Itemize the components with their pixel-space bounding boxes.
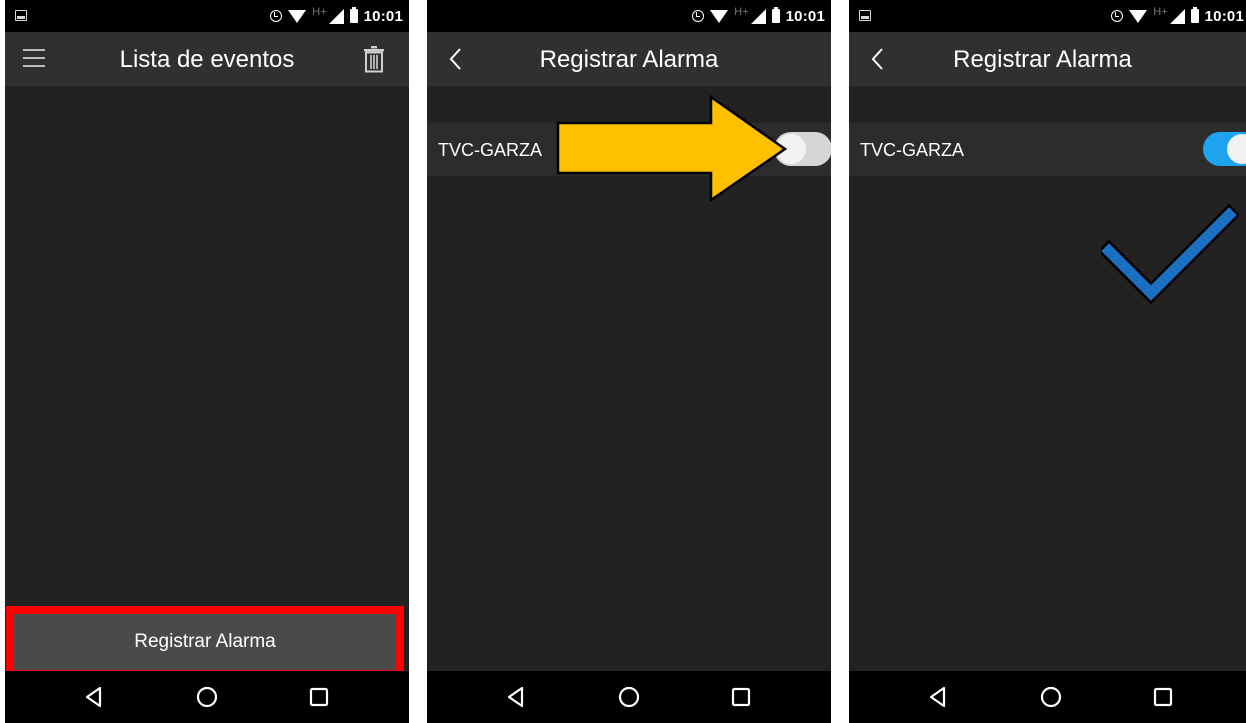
battery-icon	[349, 7, 358, 23]
navigation-bar	[427, 671, 831, 723]
clock-time: 10:01	[785, 7, 825, 25]
event-list	[5, 86, 409, 671]
page-title: Registrar Alarma	[953, 46, 1132, 73]
cell-signal-icon	[750, 8, 766, 24]
device-row: TVC-GARZA	[427, 123, 831, 176]
phone-screen-register-on: H+ 10:01 Registrar Alarma TVC-GARZA	[849, 0, 1246, 723]
device-row: TVC-GARZA	[849, 123, 1246, 176]
navigation-bar	[849, 671, 1246, 723]
square-recents-icon[interactable]	[307, 685, 331, 709]
cell-signal-icon	[328, 8, 344, 24]
switch-knob	[1227, 134, 1246, 164]
clock-time: 10:01	[1204, 7, 1244, 25]
phone-screen-register-off: H+ 10:01 Registrar Alarma TVC-GARZA	[427, 0, 831, 723]
phone-screen-event-list: H+ 10:01 Lista de eventos Registrar Alar…	[5, 0, 409, 723]
circle-home-icon[interactable]	[195, 685, 219, 709]
cell-signal-icon	[1169, 8, 1185, 24]
navigation-bar	[5, 671, 409, 723]
app-bar: Lista de eventos	[5, 32, 409, 86]
battery-icon	[771, 7, 780, 23]
square-recents-icon[interactable]	[729, 685, 753, 709]
wifi-icon	[288, 9, 307, 23]
triangle-back-icon[interactable]	[927, 685, 951, 709]
app-bar: Registrar Alarma	[427, 32, 831, 86]
square-recents-icon[interactable]	[1151, 685, 1175, 709]
highlight-box: Registrar Alarma	[6, 606, 404, 678]
page-title: Registrar Alarma	[539, 46, 719, 73]
clock-time: 10:01	[363, 7, 403, 25]
circle-home-icon[interactable]	[1039, 685, 1063, 709]
triangle-back-icon[interactable]	[83, 685, 107, 709]
wifi-icon	[710, 9, 729, 23]
status-bar: H+ 10:01	[427, 0, 831, 32]
status-bar: H+ 10:01	[5, 0, 409, 32]
network-type-label: H+	[734, 6, 749, 18]
page-title: Lista de eventos	[119, 46, 295, 73]
alarm-clock-icon	[692, 10, 705, 22]
trash-icon[interactable]	[363, 45, 385, 73]
alarm-toggle-switch[interactable]	[1203, 132, 1246, 166]
device-name: TVC-GARZA	[860, 140, 965, 160]
alarm-clock-icon	[1111, 10, 1124, 22]
device-name: TVC-GARZA	[438, 140, 543, 160]
status-bar: H+ 10:01	[849, 0, 1246, 32]
gallery-notification-icon	[859, 10, 871, 21]
wifi-icon	[1129, 9, 1148, 23]
circle-home-icon[interactable]	[617, 685, 641, 709]
alarm-clock-icon	[270, 10, 283, 22]
network-type-label: H+	[312, 6, 327, 18]
switch-knob	[776, 134, 806, 164]
battery-icon	[1190, 7, 1199, 23]
alarm-toggle-switch[interactable]	[774, 132, 831, 166]
triangle-back-icon[interactable]	[505, 685, 529, 709]
gallery-notification-icon	[15, 10, 27, 21]
network-type-label: H+	[1153, 6, 1168, 18]
app-bar: Registrar Alarma	[849, 32, 1246, 86]
register-alarm-button[interactable]: Registrar Alarma	[14, 614, 396, 670]
